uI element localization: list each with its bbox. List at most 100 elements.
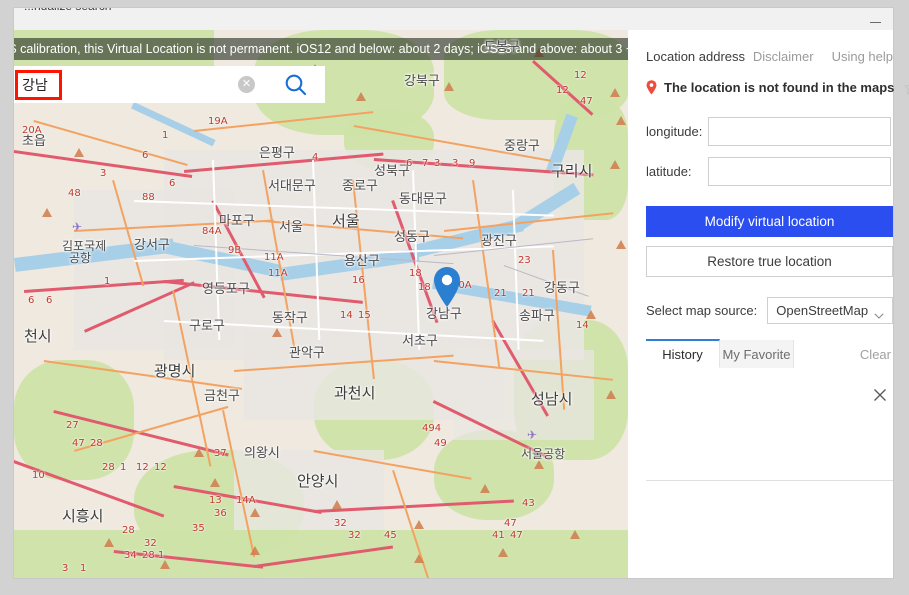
nav-location-address[interactable]: Location address bbox=[646, 49, 745, 64]
longitude-input[interactable] bbox=[708, 116, 891, 146]
map-source-value: OpenStreetMap bbox=[776, 302, 869, 318]
warning-banner: PS calibration, this Virtual Location is… bbox=[14, 38, 628, 60]
map-road-number: 16 bbox=[352, 275, 365, 286]
map-source-row: Select map source: OpenStreetMap bbox=[646, 296, 893, 324]
latitude-row: latitude: bbox=[646, 156, 893, 186]
map-place-label: 서대문구 bbox=[268, 179, 316, 194]
map-road-number: 1 bbox=[120, 462, 127, 473]
map-search-bar[interactable]: ✕ bbox=[14, 66, 325, 103]
map-road-number: 12 bbox=[136, 462, 149, 473]
map-road-number: 45 bbox=[384, 530, 397, 541]
map-road-number: 3 bbox=[434, 158, 441, 169]
modify-virtual-location-button[interactable]: Modify virtual location bbox=[646, 206, 893, 237]
map-place-label: 광명시 bbox=[154, 362, 196, 380]
map-road-number: 14A bbox=[236, 495, 256, 506]
search-input-wrap[interactable] bbox=[14, 66, 228, 103]
map-view[interactable]: PS calibration, this Virtual Location is… bbox=[14, 30, 628, 578]
map-place-label: 성동구 bbox=[394, 230, 430, 245]
map-place-label: 구리시 bbox=[551, 162, 593, 180]
panel-nav: Location address Disclaimer Using help bbox=[646, 46, 893, 66]
map-place-label: 광진구 bbox=[481, 234, 517, 249]
map-road-number: 9 bbox=[469, 158, 476, 169]
map-road-number: 41 bbox=[492, 530, 505, 541]
map-road-number: 88 bbox=[142, 192, 155, 203]
minimize-button[interactable] bbox=[870, 22, 881, 23]
map-place-label: 서울 bbox=[332, 212, 360, 230]
address-status-row: The location is not found in the maps bbox=[646, 76, 909, 98]
map-road-number: 1 bbox=[162, 130, 169, 141]
map-road-number: 6 bbox=[46, 295, 53, 306]
map-place-label: 성북구 bbox=[374, 164, 410, 179]
map-road-number: 3 bbox=[62, 563, 69, 574]
map-place-label: 용산구 bbox=[344, 254, 380, 269]
map-road-number: 28 bbox=[142, 550, 155, 561]
tab-history[interactable]: History bbox=[646, 339, 720, 368]
warning-banner-text: PS calibration, this Virtual Location is… bbox=[14, 42, 628, 56]
search-input[interactable] bbox=[14, 75, 228, 94]
map-place-label: 안양시 bbox=[297, 472, 339, 490]
tab-my-favorite[interactable]: My Favorite bbox=[720, 340, 794, 368]
map-road-number: 1 bbox=[104, 276, 111, 287]
map-road-number: 47 bbox=[72, 438, 85, 449]
map-road-number: 4 bbox=[312, 152, 319, 163]
map-source-select[interactable]: OpenStreetMap bbox=[767, 296, 893, 324]
map-road-number: 6 bbox=[28, 295, 35, 306]
map-road-number: 21 bbox=[494, 288, 507, 299]
longitude-row: longitude: bbox=[646, 116, 893, 146]
map-road-number: 14 bbox=[576, 320, 589, 331]
map-road-number: 494 bbox=[422, 423, 442, 434]
map-place-label: 서울공항 bbox=[521, 447, 566, 461]
map-place-label: 강북구 bbox=[404, 74, 440, 89]
clear-history-button[interactable]: Clear bbox=[860, 340, 893, 368]
window-title: ...nualize search bbox=[24, 8, 111, 13]
map-road-number: 28 bbox=[90, 438, 103, 449]
map-road-number: 43 bbox=[522, 498, 535, 509]
map-place-label: 동대문구 bbox=[399, 192, 447, 207]
map-source-label: Select map source: bbox=[646, 302, 758, 318]
map-place-label: 구로구 bbox=[189, 319, 225, 334]
map-road-number: 10 bbox=[32, 470, 45, 481]
map-place-label: 천시 bbox=[24, 327, 52, 345]
chevron-down-icon bbox=[874, 307, 884, 319]
map-road-number: 7 bbox=[422, 158, 429, 169]
history-tabstrip: History My Favorite Clear bbox=[646, 339, 893, 369]
map-road-number: 47 bbox=[504, 518, 517, 529]
restore-true-location-button[interactable]: Restore true location bbox=[646, 246, 893, 277]
map-road-number: 34 bbox=[124, 550, 137, 561]
map-road-number: 18 bbox=[418, 282, 431, 293]
map-road-number: 12 bbox=[574, 70, 587, 81]
map-road-number: 12 bbox=[556, 85, 569, 96]
map-road-number: 6 bbox=[169, 178, 176, 189]
close-icon[interactable] bbox=[873, 388, 887, 402]
map-road-number: 35 bbox=[192, 523, 205, 534]
map-place-label: 금천구 bbox=[204, 389, 240, 404]
map-road-number: 48 bbox=[68, 188, 81, 199]
search-icon[interactable] bbox=[283, 72, 309, 98]
history-list bbox=[646, 368, 893, 480]
map-road-number: 84A bbox=[202, 226, 222, 237]
nav-using-help[interactable]: Using help bbox=[832, 49, 893, 64]
map-road-number: 6 bbox=[142, 150, 149, 161]
map-road-number: 49 bbox=[434, 438, 447, 449]
airport-icon: ✈ bbox=[527, 428, 538, 442]
nav-disclaimer[interactable]: Disclaimer bbox=[753, 49, 814, 64]
map-road-number: 32 bbox=[334, 518, 347, 529]
clear-search-icon[interactable]: ✕ bbox=[238, 76, 255, 93]
star-outline-icon[interactable] bbox=[903, 80, 909, 95]
map-place-label: 영등포구 bbox=[202, 282, 250, 297]
window-titlebar: ...nualize search bbox=[14, 8, 893, 30]
map-road-number: 3 bbox=[452, 158, 459, 169]
map-place-label: 의왕시 bbox=[244, 446, 280, 461]
map-place-label: 서초구 bbox=[402, 334, 438, 349]
map-place-label: 종로구 bbox=[342, 179, 378, 194]
map-place-label: 관악구 bbox=[289, 346, 325, 361]
screen: ...nualize search bbox=[0, 0, 909, 595]
map-place-label: 과천시 bbox=[334, 384, 376, 402]
map-place-label: 도봉구 bbox=[484, 40, 520, 55]
location-pin-icon bbox=[646, 79, 657, 95]
map-road-number: 28 bbox=[102, 462, 115, 473]
map-road-number: 11A bbox=[268, 268, 288, 279]
latitude-input[interactable] bbox=[708, 156, 891, 186]
airport-icon: ✈ bbox=[72, 220, 83, 234]
map-pin-marker[interactable] bbox=[432, 266, 462, 308]
